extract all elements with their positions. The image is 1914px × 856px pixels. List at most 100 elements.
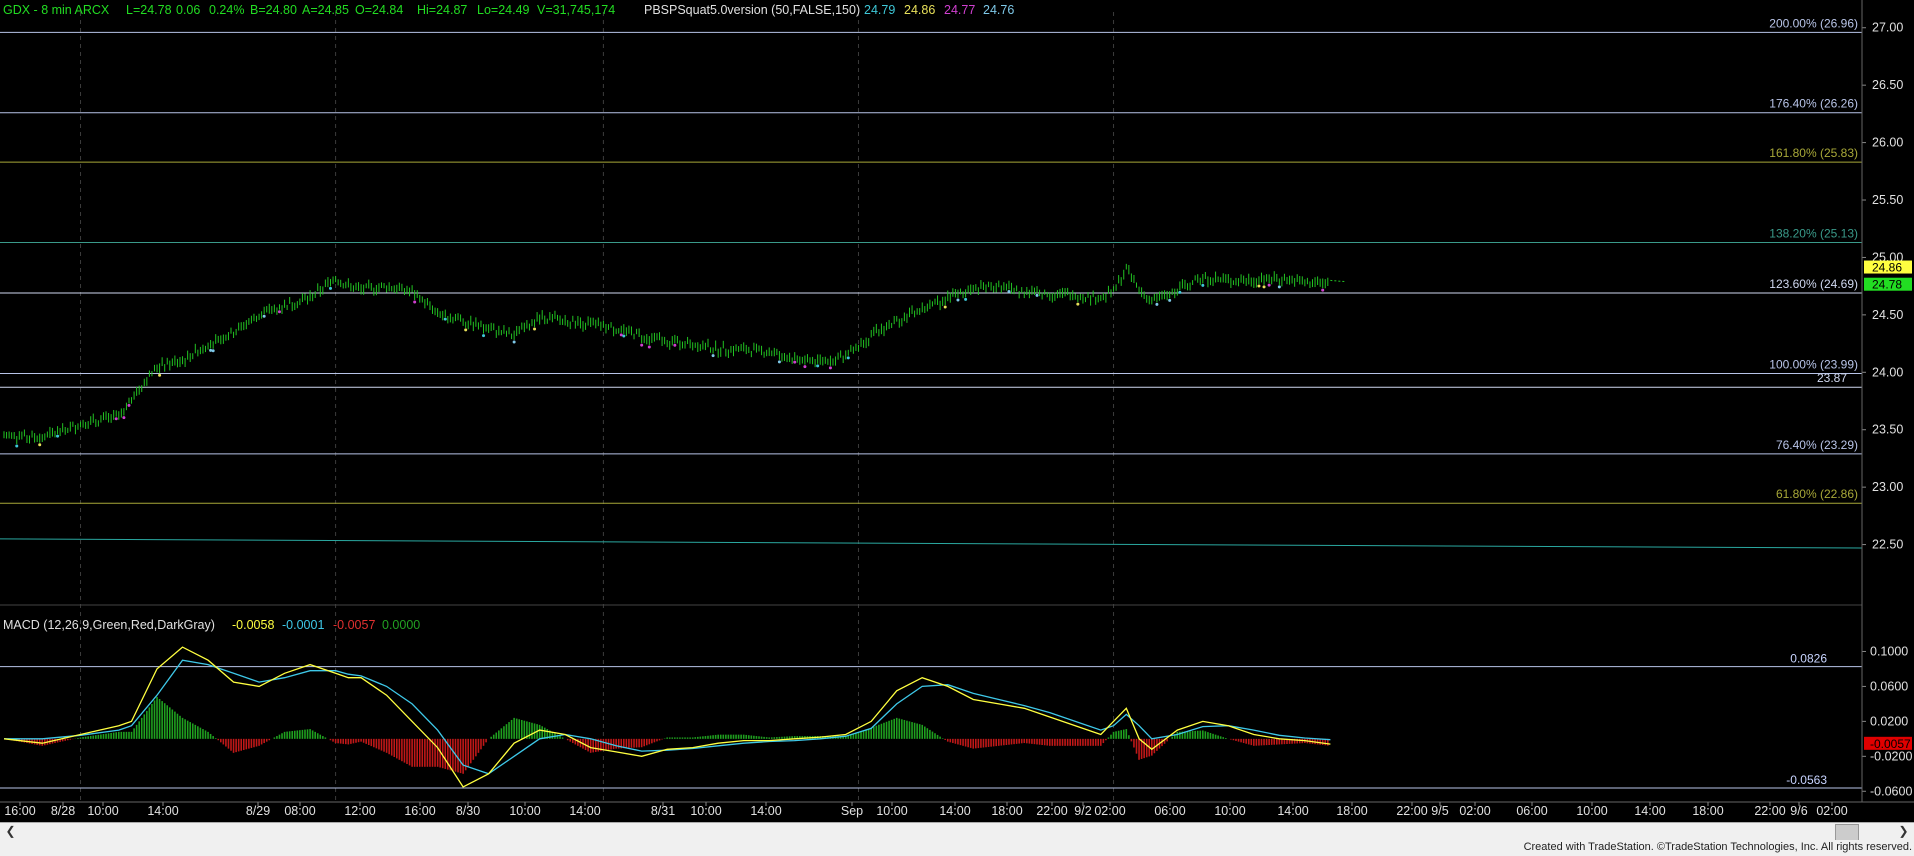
study-dot [622,334,626,338]
study-dot [956,298,960,302]
high-value: Hi=24.87 [417,3,467,17]
macd-tick-label: 0.0200 [1870,714,1908,728]
time-tick-label: 18:00 [1692,804,1723,818]
day-separator-grid [0,12,1863,800]
time-scrollbar[interactable]: ❮ ❯ [0,822,1914,841]
study-dot [1262,285,1266,289]
time-tick-label: 22:00 [1036,804,1067,818]
price-tick-label: 23.00 [1872,480,1903,494]
time-tick-label: 10:00 [876,804,907,818]
study-dot [328,286,332,290]
time-tick-label: 22:00 [1396,804,1427,818]
time-tick-label: 06:00 [1516,804,1547,818]
scroll-left-icon[interactable]: ❮ [2,823,19,840]
study-value-3: 24.77 [944,3,975,17]
last-price: L=24.78 [126,3,172,17]
study-dot [846,356,850,360]
study-name: PBSPSquat5.0version (50,FALSE,150) [644,3,860,17]
fibonacci-levels: 200.00% (26.96) 176.40% (26.26) 161.80% (2… [0,16,1862,504]
study-dot [464,328,468,332]
time-tick-label: 02:00 [1094,804,1125,818]
study-dot [533,327,537,331]
footer-bar: Created with TradeStation. ©TradeStation… [0,840,1914,856]
study-dot [56,434,60,438]
time-tick-label: 12:00 [344,804,375,818]
time-tick-label: 14:00 [569,804,600,818]
price-tick-label: 22.50 [1872,538,1903,552]
volume-value: V=31,745,174 [537,3,615,17]
study-dot [793,360,797,364]
study-dot [711,354,715,358]
study-dot [482,334,486,338]
trend-line [0,538,1863,549]
price-chart[interactable]: 200.00% (26.96) 176.40% (26.26) 161.80% (2… [0,0,1914,856]
study-dot [512,340,516,344]
time-tick-label: 9/2 [1074,804,1091,818]
time-tick-label: 14:00 [939,804,970,818]
study-dot [1155,302,1159,306]
time-tick-label: 10:00 [1576,804,1607,818]
study-dot [209,348,213,352]
study-dot [640,343,644,347]
low-value: Lo=24.49 [477,3,530,17]
scroll-right-icon[interactable]: ❯ [1895,823,1912,840]
macd-upper-label: 0.0826 [1790,652,1827,666]
macd-zero-value: 0.0000 [382,618,420,632]
study-dot [15,444,19,448]
study-dot [647,345,651,349]
study-dot [443,317,447,321]
study-dot [1076,302,1080,306]
fib-level-label: 61.80% (22.86) [1776,487,1858,501]
macd-tick-label: 0.0600 [1870,679,1908,693]
time-tick-label: 02:00 [1816,804,1847,818]
study-dot [277,310,281,314]
study-dot [803,365,807,369]
macd-last-marker-label: -0.0057 [1870,737,1911,751]
study-dot [1007,289,1011,293]
fib-level-label: 100.00% (23.99) [1769,357,1858,371]
macd-diff-value: -0.0057 [333,618,375,632]
study-dot [1168,298,1172,302]
time-tick-label: 14:00 [1634,804,1665,818]
study-dot [1257,284,1261,288]
time-tick-label: 02:00 [1459,804,1490,818]
study-dot [777,360,781,364]
study-dot [114,417,118,421]
time-tick-label: 9/5 [1431,804,1448,818]
study-value-2: 24.86 [904,3,935,17]
macd-tick-label: -0.0200 [1870,749,1912,763]
time-tick-label: 8/28 [51,804,75,818]
change-pct: 0.24% [209,3,244,17]
fib-level-label: 76.40% (23.29) [1776,438,1858,452]
tradestation-credit: Created with TradeStation. ©TradeStation… [1523,841,1912,853]
study-dot [262,314,266,318]
bid-value: B=24.80 [250,3,297,17]
macd-avg-value: -0.0001 [282,618,324,632]
time-tick-label: 8/31 [651,804,675,818]
macd-value: -0.0058 [232,618,274,632]
scrollbar-thumb[interactable] [1835,824,1859,841]
macd-title: MACD (12,26,9,Green,Red,DarkGray) [3,618,215,632]
fib-level-label: 123.60% (24.69) [1769,277,1858,291]
fib-level-label: 138.20% (25.13) [1769,227,1858,241]
ask-value: A=24.85 [302,3,349,17]
price-tick-label: 26.50 [1872,78,1903,92]
time-tick-label: 06:00 [1154,804,1185,818]
study-dot [38,443,42,447]
study-dot [1277,285,1281,289]
time-tick-label: 14:00 [147,804,178,818]
time-tick-label: 14:00 [750,804,781,818]
time-tick-label: 14:00 [1277,804,1308,818]
fib-level-label: 200.00% (26.96) [1769,16,1858,30]
time-tick-label: 10:00 [690,804,721,818]
open-value: O=24.84 [355,3,403,17]
study-dot [1035,293,1039,297]
time-tick-label: 16:00 [4,804,35,818]
time-tick-label: 10:00 [87,804,118,818]
study-dot [413,300,417,304]
price-tick-label: 25.50 [1872,193,1903,207]
study-dot [816,364,820,368]
study-dot [1267,283,1271,287]
study-dot [122,416,126,420]
study-dot [211,349,215,353]
